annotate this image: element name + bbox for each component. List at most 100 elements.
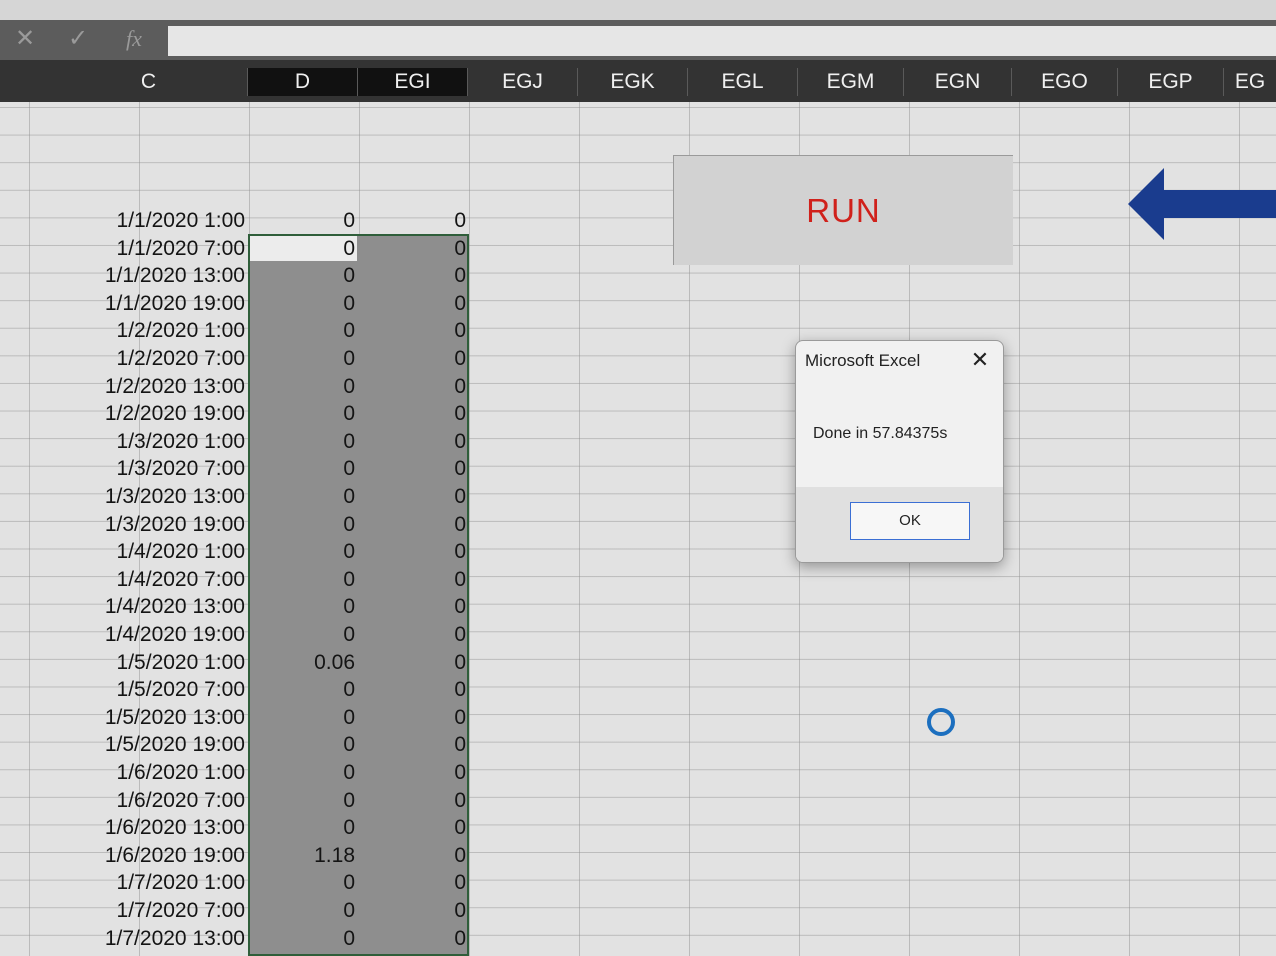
cell-egi[interactable]: 0 [360,704,466,731]
cell-d[interactable]: 0 [250,897,355,924]
cell-c[interactable]: 1/1/2020 19:00 [50,290,245,317]
cell-c[interactable]: 1/5/2020 7:00 [50,676,245,703]
cell-egi[interactable]: 0 [360,621,466,648]
cell-egi[interactable]: 0 [360,897,466,924]
enter-icon[interactable]: ✓ [63,24,93,54]
cell-egi[interactable]: 0 [360,235,466,262]
column-header-d[interactable]: D [248,68,358,96]
cell-d[interactable]: 0 [250,428,355,455]
cell-c[interactable]: 1/3/2020 13:00 [50,483,245,510]
cell-c[interactable]: 1/4/2020 7:00 [50,566,245,593]
cell-c[interactable]: 1/1/2020 7:00 [50,235,245,262]
cell-d[interactable]: 0 [250,207,355,234]
cell-d[interactable]: 0 [250,373,355,400]
cancel-icon[interactable]: ✕ [10,24,40,54]
cell-d[interactable]: 0 [250,621,355,648]
cell-egi[interactable]: 0 [360,317,466,344]
cell-c[interactable]: 1/7/2020 1:00 [50,869,245,896]
cell-d[interactable]: 0 [250,317,355,344]
cell-egi[interactable]: 0 [360,345,466,372]
cell-d[interactable]: 0 [250,731,355,758]
cell-d[interactable]: 1.18 [250,842,355,869]
column-header-partial[interactable]: EG [1224,68,1276,96]
cell-egi[interactable]: 0 [360,814,466,841]
cell-c[interactable]: 1/2/2020 7:00 [50,345,245,372]
ok-button[interactable]: OK [850,502,970,540]
cell-egi[interactable]: 0 [360,676,466,703]
cell-c[interactable]: 1/4/2020 1:00 [50,538,245,565]
cell-c[interactable]: 1/3/2020 1:00 [50,428,245,455]
formula-input[interactable] [168,26,1276,56]
column-header-egp[interactable]: EGP [1118,68,1224,96]
column-header-ego[interactable]: EGO [1012,68,1118,96]
cell-egi[interactable]: 0 [360,593,466,620]
cell-egi[interactable]: 0 [360,731,466,758]
cell-c[interactable]: 1/4/2020 13:00 [50,593,245,620]
column-header-egm[interactable]: EGM [798,68,904,96]
cell-d[interactable]: 0 [250,511,355,538]
cell-egi[interactable]: 0 [360,538,466,565]
cell-c[interactable]: 1/2/2020 1:00 [50,317,245,344]
cell-c[interactable]: 1/1/2020 13:00 [50,262,245,289]
cell-c[interactable]: 1/7/2020 13:00 [50,925,245,952]
cell-c[interactable]: 1/7/2020 7:00 [50,897,245,924]
insert-function-button[interactable]: fx [118,24,150,54]
cell-c[interactable]: 1/2/2020 13:00 [50,373,245,400]
column-header-egk[interactable]: EGK [578,68,688,96]
cell-d[interactable]: 0.06 [250,649,355,676]
cell-d[interactable]: 0 [250,704,355,731]
run-button[interactable]: RUN [673,155,1013,265]
cell-d[interactable]: 0 [250,925,355,952]
close-icon[interactable]: ✕ [966,345,994,375]
cell-d[interactable]: 0 [250,869,355,896]
cell-d[interactable]: 0 [250,400,355,427]
cell-d[interactable]: 0 [250,455,355,482]
cell-egi[interactable]: 0 [360,455,466,482]
cell-egi[interactable]: 0 [360,649,466,676]
cell-c[interactable]: 1/5/2020 13:00 [50,704,245,731]
cell-egi[interactable]: 0 [360,483,466,510]
cell-d[interactable]: 0 [250,759,355,786]
cell-d[interactable]: 0 [250,345,355,372]
cell-egi[interactable]: 0 [360,373,466,400]
column-header-egj[interactable]: EGJ [468,68,578,96]
cell-c[interactable]: 1/6/2020 7:00 [50,787,245,814]
cell-c[interactable]: 1/3/2020 19:00 [50,511,245,538]
cell-egi[interactable]: 0 [360,925,466,952]
cell-c[interactable]: 1/1/2020 1:00 [50,207,245,234]
cell-egi[interactable]: 0 [360,869,466,896]
cell-egi[interactable]: 0 [360,290,466,317]
cell-c[interactable]: 1/5/2020 19:00 [50,731,245,758]
cell-egi[interactable]: 0 [360,207,466,234]
cell-egi[interactable]: 0 [360,842,466,869]
cell-egi[interactable]: 0 [360,262,466,289]
column-header-c[interactable]: C [50,68,248,96]
cell-egi[interactable]: 0 [360,787,466,814]
cell-d[interactable]: 0 [250,290,355,317]
cell-c[interactable]: 1/3/2020 7:00 [50,455,245,482]
column-header-egi[interactable]: EGI [358,68,468,96]
cell-d[interactable]: 0 [250,262,355,289]
cell-c[interactable]: 1/5/2020 1:00 [50,649,245,676]
cell-c[interactable]: 1/2/2020 19:00 [50,400,245,427]
cell-egi[interactable]: 0 [360,400,466,427]
cell-egi[interactable]: 0 [360,566,466,593]
column-header-egl[interactable]: EGL [688,68,798,96]
cell-c[interactable]: 1/4/2020 19:00 [50,621,245,648]
cell-d[interactable]: 0 [250,235,355,262]
cell-d[interactable]: 0 [250,593,355,620]
cell-d[interactable]: 0 [250,538,355,565]
cell-egi[interactable]: 0 [360,428,466,455]
column-header-egn[interactable]: EGN [904,68,1012,96]
cell-d[interactable]: 0 [250,483,355,510]
table-row: 1/3/2020 19:00 0 0 [0,511,470,538]
cell-egi[interactable]: 0 [360,511,466,538]
cell-d[interactable]: 0 [250,676,355,703]
cell-d[interactable]: 0 [250,787,355,814]
cell-c[interactable]: 1/6/2020 13:00 [50,814,245,841]
cell-d[interactable]: 0 [250,814,355,841]
cell-d[interactable]: 0 [250,566,355,593]
cell-egi[interactable]: 0 [360,759,466,786]
cell-c[interactable]: 1/6/2020 1:00 [50,759,245,786]
cell-c[interactable]: 1/6/2020 19:00 [50,842,245,869]
